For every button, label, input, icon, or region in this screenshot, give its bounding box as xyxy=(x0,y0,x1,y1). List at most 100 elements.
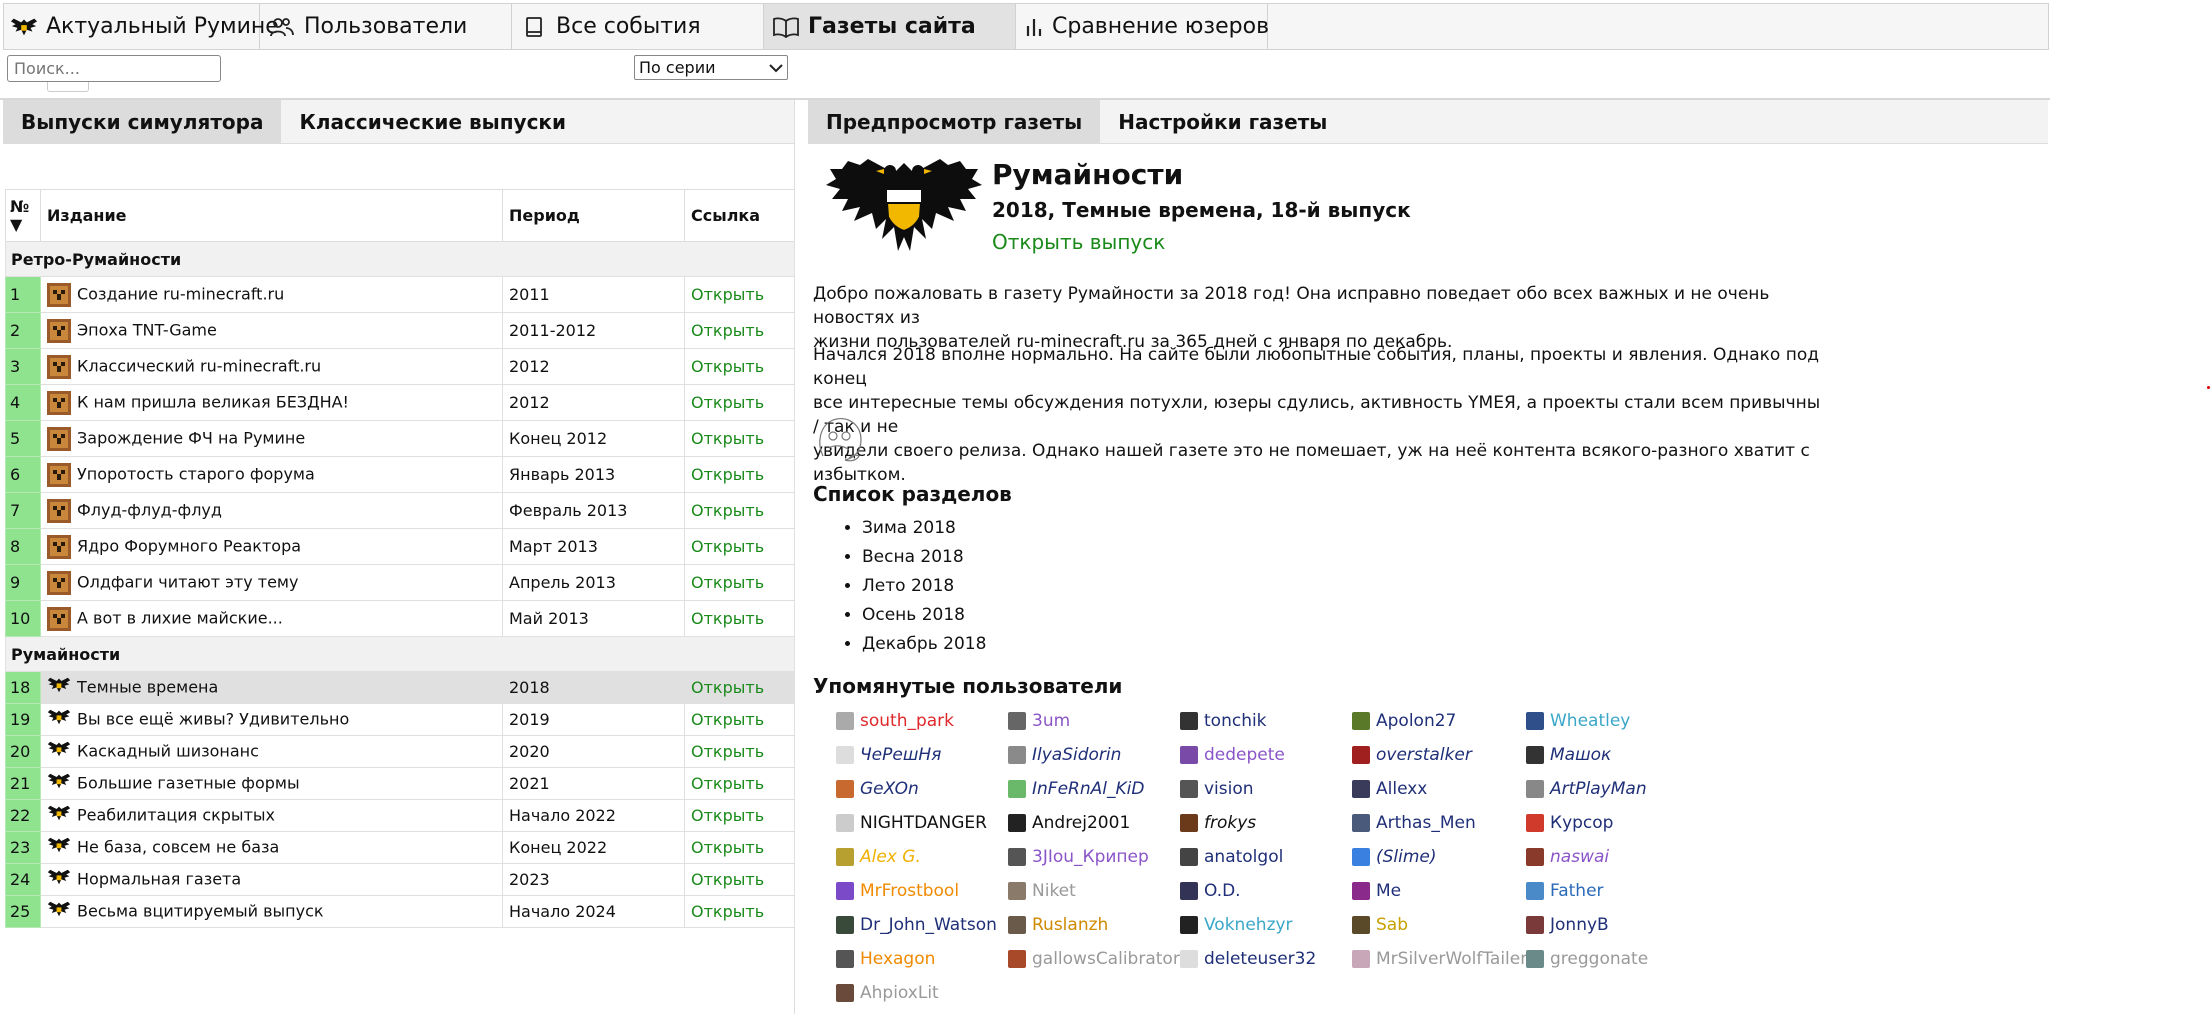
mentioned-user-link[interactable]: greggonate xyxy=(1526,944,1648,974)
mentioned-user-link[interactable]: vision xyxy=(1180,774,1254,804)
open-issue-link[interactable]: Открыть xyxy=(691,537,764,556)
column-number[interactable]: № ▼ xyxy=(5,189,41,242)
mentioned-user-link[interactable]: Dr_John_Watson xyxy=(836,910,997,940)
mentioned-user-link[interactable]: Niket xyxy=(1008,876,1076,906)
mentioned-user-link[interactable]: JonnyB xyxy=(1526,910,1609,940)
open-issue-link[interactable]: Открыть xyxy=(691,902,764,921)
open-issue-link[interactable]: Открыть xyxy=(691,806,764,825)
search-input[interactable] xyxy=(7,55,221,82)
mentioned-user-link[interactable]: NIGHTDANGER xyxy=(836,808,987,838)
tab-newspaper-settings[interactable]: Настройки газеты xyxy=(1100,100,1345,143)
issue-row[interactable]: 1 Создание ru-minecraft.ru 2011 Открыть xyxy=(5,276,795,313)
tab-users[interactable]: Пользователи xyxy=(260,4,512,49)
section-item[interactable]: Декабрь 2018 xyxy=(862,630,986,659)
issue-row[interactable]: 22 Реабилитация скрытых Начало 2022 Открыть xyxy=(5,799,795,832)
open-issue-link[interactable]: Открыть xyxy=(691,742,764,761)
series-select[interactable]: По серии xyxy=(634,55,788,80)
open-issue-link[interactable]: Открыть xyxy=(691,678,764,697)
issue-row[interactable]: 24 Нормальная газета 2023 Открыть xyxy=(5,863,795,896)
open-issue-link[interactable]: Открыть xyxy=(691,609,764,628)
tab-site-newspapers[interactable]: Газеты сайта xyxy=(764,4,1016,49)
section-item[interactable]: Зима 2018 xyxy=(862,514,986,543)
mentioned-user-link[interactable]: anatolgol xyxy=(1180,842,1283,872)
mentioned-user-link[interactable]: Me xyxy=(1352,876,1401,906)
issue-row[interactable]: 21 Большие газетные формы 2021 Открыть xyxy=(5,767,795,800)
open-issue-link[interactable]: Открыть xyxy=(691,774,764,793)
mentioned-user-link[interactable]: Voknehzyr xyxy=(1180,910,1293,940)
mentioned-user-link[interactable]: MrFrostbool xyxy=(836,876,959,906)
mentioned-user-link[interactable]: tonchik xyxy=(1180,706,1267,736)
column-period[interactable]: Период xyxy=(502,189,685,242)
issue-row[interactable]: 9 Олдфаги читают эту тему Апрель 2013 Откры… xyxy=(5,564,795,601)
mentioned-user-link[interactable]: Father xyxy=(1526,876,1604,906)
section-item[interactable]: Осень 2018 xyxy=(862,601,986,630)
open-issue-link[interactable]: Открыть xyxy=(691,321,764,340)
open-issue-link[interactable]: Открыть xyxy=(691,393,764,412)
mentioned-user-link[interactable]: AhpioxLit xyxy=(836,978,939,1008)
mentioned-user-link[interactable]: ЧеРешНя xyxy=(836,740,941,770)
open-issue-link[interactable]: Открыть xyxy=(691,573,764,592)
mentioned-user-link[interactable]: Hexagon xyxy=(836,944,935,974)
tab-simulator-issues[interactable]: Выпуски симулятора xyxy=(3,100,282,143)
mentioned-user-link[interactable]: MrSilverWolfTailer xyxy=(1352,944,1527,974)
issue-row[interactable]: 8 Ядро Форумного Реактора Март 2013 Открыть xyxy=(5,528,795,565)
mentioned-user-link[interactable]: 3JIou_Крипер xyxy=(1008,842,1149,872)
issue-row[interactable]: 5 Зарождение ФЧ на Румине Конец 2012 Открыт… xyxy=(5,420,795,457)
issue-row[interactable]: 20 Каскадный шизонанс 2020 Открыть xyxy=(5,735,795,768)
tab-compare-users[interactable]: Сравнение юзеров xyxy=(1016,4,1269,49)
open-issue-link[interactable]: Открыть xyxy=(691,465,764,484)
mentioned-user-link[interactable]: O.D. xyxy=(1180,876,1241,906)
mentioned-user-link[interactable]: Машок xyxy=(1526,740,1611,770)
tab-classic-issues[interactable]: Классические выпуски xyxy=(281,100,584,143)
open-issue-link[interactable]: Открыть xyxy=(691,838,764,857)
column-link[interactable]: Ссылка xyxy=(684,189,795,242)
mentioned-user-link[interactable]: Sab xyxy=(1352,910,1408,940)
issue-row[interactable]: 2 Эпоха TNT-Game 2011-2012 Открыть xyxy=(5,312,795,349)
mentioned-user-link[interactable]: Allexx xyxy=(1352,774,1427,804)
tab-all-events[interactable]: Все события xyxy=(512,4,764,49)
mentioned-user-link[interactable]: (Slime) xyxy=(1352,842,1437,872)
mentioned-user-link[interactable]: frokys xyxy=(1180,808,1256,838)
mentioned-user-link[interactable]: 3um xyxy=(1008,706,1070,736)
column-issue[interactable]: Издание xyxy=(40,189,503,242)
mentioned-user-link[interactable]: overstalker xyxy=(1352,740,1472,770)
issue-row[interactable]: 10 А вот в лихие майские... Май 2013 Открыт… xyxy=(5,600,795,637)
mentioned-user-link[interactable]: IlyaSidorin xyxy=(1008,740,1121,770)
issue-row[interactable]: 4 К нам пришла великая БЕЗДНА! 2012 Открыть xyxy=(5,384,795,421)
mentioned-user-link[interactable]: Ruslanzh xyxy=(1008,910,1108,940)
open-issue-link[interactable]: Открыть xyxy=(691,285,764,304)
issue-row[interactable]: 6 Упоротость старого форума Январь 2013 Отк… xyxy=(5,456,795,493)
open-issue-link[interactable]: Открыть xyxy=(691,429,764,448)
open-issue-link[interactable]: Открыть выпуск xyxy=(992,230,1165,254)
open-issue-link[interactable]: Открыть xyxy=(691,501,764,520)
issue-row[interactable]: 18 Темные времена 2018 Открыть xyxy=(5,671,795,704)
tab-newspaper-preview[interactable]: Предпросмотр газеты xyxy=(808,100,1101,143)
mentioned-user-link[interactable]: dedepete xyxy=(1180,740,1285,770)
mentioned-user-link[interactable]: deleteuser32 xyxy=(1180,944,1316,974)
mentioned-user-link[interactable]: naswai xyxy=(1526,842,1609,872)
mentioned-user-link[interactable]: gallowsCalibrator xyxy=(1008,944,1180,974)
issue-row[interactable]: 19 Вы все ещё живы? Удивительно 2019 Открыт… xyxy=(5,703,795,736)
mentioned-user-link[interactable]: Alex G. xyxy=(836,842,921,872)
issue-number: 10 xyxy=(5,600,41,637)
mentioned-user-link[interactable]: Wheatley xyxy=(1526,706,1630,736)
mentioned-user-link[interactable]: Apolon27 xyxy=(1352,706,1456,736)
open-issue-link[interactable]: Открыть xyxy=(691,870,764,889)
mentioned-user-link[interactable]: Arthas_Men xyxy=(1352,808,1476,838)
mentioned-user-link[interactable]: ArtPlayMan xyxy=(1526,774,1647,804)
issue-row[interactable]: 3 Классический ru-minecraft.ru 2012 Открыть xyxy=(5,348,795,385)
open-issue-link[interactable]: Открыть xyxy=(691,357,764,376)
issue-period: Февраль 2013 xyxy=(502,492,685,529)
mentioned-user-link[interactable]: Andrej2001 xyxy=(1008,808,1130,838)
open-issue-link[interactable]: Открыть xyxy=(691,710,764,729)
mentioned-user-link[interactable]: GeXOn xyxy=(836,774,919,804)
mentioned-user-link[interactable]: south_park xyxy=(836,706,954,736)
issue-row[interactable]: 7 Флуд-флуд-флуд Февраль 2013 Открыть xyxy=(5,492,795,529)
section-item[interactable]: Лето 2018 xyxy=(862,572,986,601)
issue-row[interactable]: 25 Весьма вцитируемый выпуск Начало 2024 От… xyxy=(5,895,795,928)
tab-actual-rumine[interactable]: Актуальный Румине xyxy=(4,4,279,49)
section-item[interactable]: Весна 2018 xyxy=(862,543,986,572)
issue-row[interactable]: 23 Не база, совсем не база Конец 2022 Откры… xyxy=(5,831,795,864)
mentioned-user-link[interactable]: InFeRnAl_KiD xyxy=(1008,774,1144,804)
mentioned-user-link[interactable]: Курсор xyxy=(1526,808,1613,838)
